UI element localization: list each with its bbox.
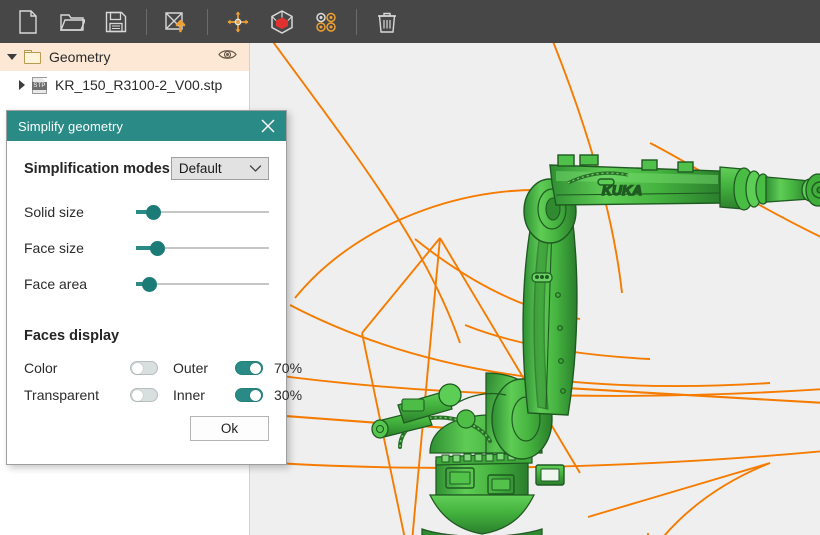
delete-button[interactable] [365, 0, 409, 43]
inner-label: Inner [173, 386, 205, 403]
slider-solid-size-knob[interactable] [146, 205, 161, 220]
stp-file-type-label: STP [32, 81, 47, 90]
robot-lower-arm [522, 214, 578, 416]
open-folder-button[interactable] [50, 0, 94, 43]
import-geometry-icon [164, 10, 190, 34]
slider-face-size[interactable] [136, 239, 269, 257]
save-icon [105, 11, 127, 33]
eye-icon[interactable] [218, 48, 237, 66]
transparent-label: Transparent [24, 386, 99, 403]
chevron-down-icon [249, 161, 262, 176]
slider-solid-size[interactable] [136, 203, 269, 221]
simplify-geometry-dialog: Simplify geometry Simplification modes D… [6, 110, 302, 465]
color-toggle[interactable] [130, 360, 158, 375]
color-label: Color [24, 359, 58, 376]
robot-wrist [719, 166, 820, 211]
close-icon[interactable] [259, 117, 277, 135]
toolbar-separator-2 [207, 8, 208, 35]
slider-face-area-row: Face area [24, 266, 269, 302]
application-window: KUKA Geometry STP KR_150_R3100-2_V00.stp… [0, 0, 820, 535]
ok-button-label: Ok [220, 421, 239, 436]
import-geometry-button[interactable] [155, 0, 199, 43]
viewport-scene: KUKA [250, 43, 820, 535]
slider-face-size-knob[interactable] [150, 241, 165, 256]
transparent-toggle[interactable] [130, 387, 158, 402]
simplification-modes-value: Default [178, 161, 222, 176]
points-grid-button[interactable] [304, 0, 348, 43]
faces-display-row-color: Color Outer 70% [24, 354, 302, 381]
slider-face-size-label: Face size [24, 240, 84, 256]
new-file-button[interactable] [6, 0, 50, 43]
open-folder-icon [59, 11, 85, 33]
save-button[interactable] [94, 0, 138, 43]
outer-toggle[interactable] [235, 360, 263, 375]
expand-collapse-caret-icon[interactable] [7, 54, 17, 60]
3d-viewport[interactable]: KUKA [250, 43, 820, 535]
toolbar-separator-3 [356, 8, 357, 35]
simplification-modes-label: Simplification modes [24, 160, 170, 177]
new-file-icon [17, 9, 39, 34]
robot-base [421, 452, 565, 535]
slider-solid-size-label: Solid size [24, 204, 84, 220]
ok-button[interactable]: Ok [190, 416, 269, 441]
main-toolbar [0, 0, 820, 43]
dialog-body: Simplification modes Default Solid size [7, 141, 302, 464]
robot-upper-arm: KUKA [549, 154, 723, 206]
outer-percent: 70% [274, 359, 303, 376]
move-tool-icon [225, 9, 251, 35]
inner-toggle[interactable] [235, 387, 263, 402]
dialog-title: Simplify geometry [18, 118, 124, 134]
folder-icon [24, 50, 41, 64]
tree-item-stp-file[interactable]: STP KR_150_R3100-2_V00.stp [0, 71, 249, 99]
slider-face-area[interactable] [136, 275, 269, 293]
toolbar-separator-1 [146, 8, 147, 35]
faces-display-title: Faces display [24, 328, 120, 344]
inner-percent: 30% [274, 386, 303, 403]
move-tool-button[interactable] [216, 0, 260, 43]
solid-box-button[interactable] [260, 0, 304, 43]
simplification-modes-select[interactable]: Default [170, 157, 269, 180]
solid-box-icon [269, 9, 295, 35]
faces-display-row-transparent: Transparent Inner 30% [24, 381, 302, 408]
dialog-title-bar[interactable]: Simplify geometry [7, 111, 286, 141]
slider-face-area-knob[interactable] [142, 277, 157, 292]
delete-trash-icon [376, 10, 398, 34]
tree-item-geometry[interactable]: Geometry [0, 43, 249, 71]
tree-item-geometry-label: Geometry [49, 49, 111, 65]
slider-face-area-label: Face area [24, 276, 88, 292]
expand-caret-icon[interactable] [19, 80, 25, 90]
slider-solid-size-row: Solid size [24, 194, 269, 230]
stp-file-icon: STP [32, 76, 48, 94]
slider-face-size-row: Face size [24, 230, 269, 266]
outer-label: Outer [173, 359, 209, 376]
tree-item-stp-file-label: KR_150_R3100-2_V00.stp [55, 77, 223, 93]
simplification-modes-row: Simplification modes Default [24, 157, 269, 180]
points-grid-icon [313, 10, 339, 34]
robot-model[interactable]: KUKA [371, 154, 820, 535]
